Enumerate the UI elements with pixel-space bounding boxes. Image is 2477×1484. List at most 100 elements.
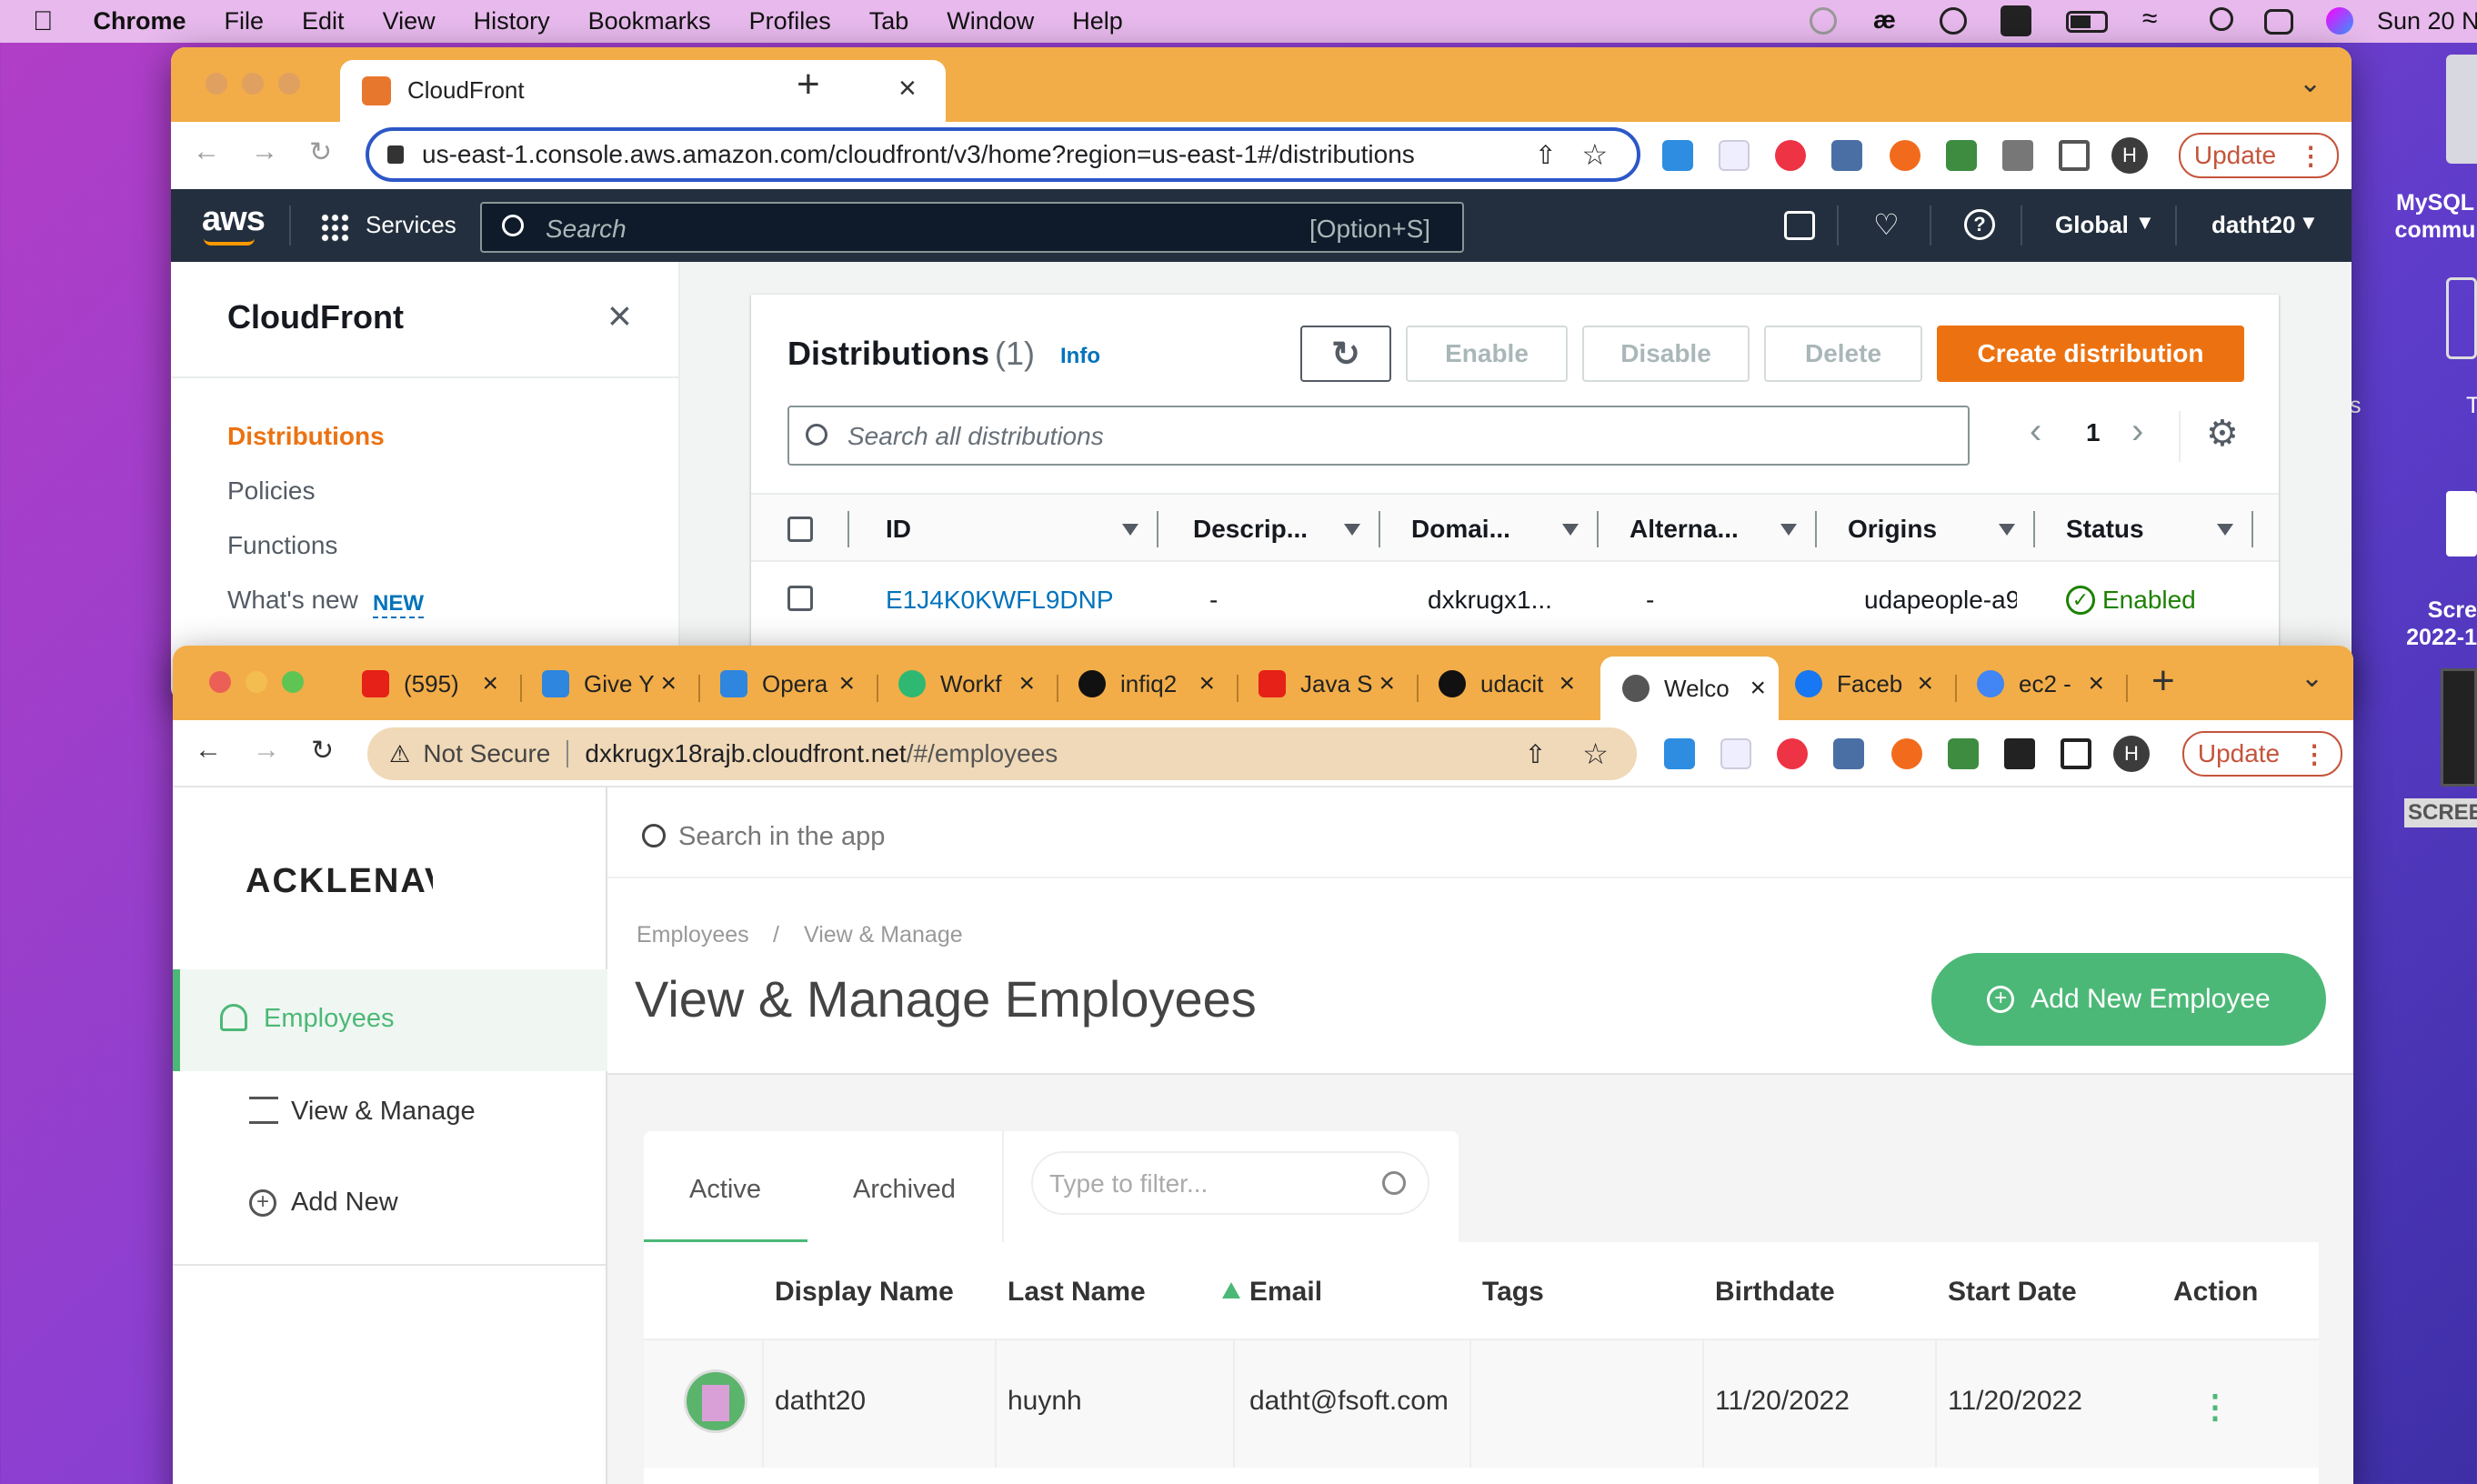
apple-icon[interactable]:  <box>33 6 54 37</box>
table-settings-gear-icon[interactable]: ⚙ <box>2206 413 2239 455</box>
avatar[interactable] <box>684 1369 747 1433</box>
filter-search-icon[interactable] <box>1382 1171 1406 1195</box>
account-menu[interactable]: datht20 <box>2211 211 2295 239</box>
tab-cloudfront[interactable]: CloudFront × <box>340 60 946 122</box>
tab-search-chevron-icon[interactable]: ⌄ <box>2301 662 2323 694</box>
row-checkbox[interactable] <box>787 586 813 611</box>
back-icon[interactable]: ← <box>193 136 220 167</box>
side-panel-icon[interactable] <box>2061 738 2091 769</box>
profile-avatar[interactable]: H <box>2113 736 2150 772</box>
menubar-app-name[interactable]: Chrome <box>94 7 186 35</box>
side-panel-icon[interactable] <box>2059 140 2090 171</box>
share-icon[interactable]: ⇧ <box>1535 140 1556 170</box>
desktop-icon-mysql[interactable] <box>2446 55 2477 164</box>
tab-close-icon[interactable]: × <box>482 668 498 699</box>
ext-raindrop-icon[interactable] <box>1662 140 1693 171</box>
page-number[interactable]: 1 <box>2086 418 2101 447</box>
sort-caret-icon[interactable] <box>1999 524 2015 536</box>
share-icon[interactable]: ⇧ <box>1525 739 1546 769</box>
col-header-last-name[interactable]: Last Name <box>1008 1277 1146 1308</box>
tab-close-icon[interactable]: × <box>1379 668 1395 699</box>
aws-logo[interactable]: aws <box>202 200 266 239</box>
tab-active[interactable]: Active <box>644 1131 807 1242</box>
reload-icon[interactable]: ↻ <box>309 136 332 168</box>
tab-1[interactable]: (595) × <box>362 657 498 711</box>
ext-bitwarden-icon[interactable] <box>1719 140 1750 171</box>
window-zoom-button[interactable] <box>278 73 300 95</box>
tab-8-active[interactable]: Welco × <box>1600 657 1779 720</box>
not-secure-label[interactable]: Not Secure <box>423 739 550 768</box>
tab-search-chevron-icon[interactable]: ⌄ <box>2299 67 2322 99</box>
info-link[interactable]: Info <box>1060 344 1100 369</box>
distribution-id-link[interactable]: E1J4K0KWFL9DNP <box>886 586 1114 615</box>
ext-green-icon[interactable] <box>1948 738 1979 769</box>
desktop-icon-file[interactable] <box>2446 277 2477 359</box>
sidebar-item-whats-new[interactable]: What's new <box>227 586 358 615</box>
col-header-id[interactable]: ID <box>886 515 911 544</box>
services-menu[interactable]: Services <box>366 211 456 239</box>
ext-fire-icon[interactable] <box>1890 140 1920 171</box>
aws-search-input[interactable]: Search [Option+S] <box>480 202 1464 253</box>
ext-archive-icon[interactable] <box>1833 738 1864 769</box>
url-text[interactable]: us-east-1.console.aws.amazon.com/cloudfr… <box>422 140 1522 169</box>
menu-history[interactable]: History <box>474 7 550 35</box>
col-header-alternate[interactable]: Alterna... <box>1630 515 1739 544</box>
bookmark-star-icon[interactable]: ☆ <box>1581 137 1608 172</box>
col-header-tags[interactable]: Tags <box>1482 1277 1544 1308</box>
tab-archived[interactable]: Archived <box>853 1175 956 1205</box>
url-path[interactable]: /#/employees <box>907 739 1489 768</box>
col-header-status[interactable]: Status <box>2066 515 2144 544</box>
menu-view[interactable]: View <box>383 7 436 35</box>
sort-caret-icon[interactable] <box>1780 524 1797 536</box>
app-logo[interactable]: ACKLENAV <box>246 862 433 901</box>
app-search[interactable]: Search in the app <box>607 787 2353 878</box>
services-grid-icon[interactable] <box>320 213 349 242</box>
breadcrumb-view-manage[interactable]: View & Manage <box>804 922 963 948</box>
window-close-button[interactable] <box>206 73 227 95</box>
ae-icon[interactable]: æ <box>1873 5 1896 35</box>
ext-fire-icon[interactable] <box>1891 738 1922 769</box>
extensions-puzzle-icon[interactable] <box>2002 140 2033 171</box>
sidebar-item-employees[interactable]: Employees <box>173 969 607 1071</box>
bookmark-star-icon[interactable]: ☆ <box>1582 737 1609 771</box>
table-row[interactable]: datht20 huynh datht@fsoft.com 11/20/2022… <box>644 1340 2319 1468</box>
address-bar[interactable]: ⚠ Not Secure dxkrugx18rajb.cloudfront.ne… <box>367 727 1637 780</box>
profile-avatar[interactable]: H <box>2111 137 2148 174</box>
forward-icon[interactable]: → <box>253 735 280 766</box>
sidebar-item-distributions[interactable]: Distributions <box>227 422 385 451</box>
add-new-employee-button[interactable]: + Add New Employee <box>1931 953 2326 1046</box>
sort-ascending-icon[interactable] <box>1222 1282 1240 1298</box>
tab-close-icon[interactable]: × <box>898 71 917 106</box>
vist-icon[interactable] <box>2001 5 2031 36</box>
select-all-checkbox[interactable] <box>787 516 813 542</box>
row-action-kebab-icon[interactable]: ⋮ <box>2199 1388 2231 1426</box>
siri-icon[interactable] <box>2326 7 2353 35</box>
window-minimize-button[interactable] <box>242 73 264 95</box>
prev-page-icon[interactable]: ‹ <box>2030 411 2041 452</box>
tab-close-icon[interactable]: × <box>2088 668 2104 699</box>
menu-profiles[interactable]: Profiles <box>749 7 831 35</box>
disable-button[interactable]: Disable <box>1582 326 1750 382</box>
col-header-description[interactable]: Descrip... <box>1193 515 1308 544</box>
menu-window[interactable]: Window <box>947 7 1034 35</box>
update-button[interactable]: Update ⋮ <box>2182 731 2342 777</box>
tab-6[interactable]: Java S × <box>1259 657 1395 711</box>
enable-button[interactable]: Enable <box>1406 326 1568 382</box>
region-selector[interactable]: Global <box>2055 211 2129 239</box>
tab-4[interactable]: Workf × <box>898 657 1035 711</box>
ext-shield-icon[interactable] <box>1777 738 1808 769</box>
distributions-search-input[interactable]: Search all distributions <box>787 406 1970 466</box>
table-row[interactable]: E1J4K0KWFL9DNP - dxkrugx1... - udapeople… <box>751 562 2279 635</box>
forward-icon[interactable]: → <box>251 136 278 167</box>
new-tab-button[interactable]: + <box>797 62 820 107</box>
cloudshell-icon[interactable] <box>1784 211 1815 240</box>
tab-close-icon[interactable]: × <box>1917 668 1933 699</box>
kebab-menu-icon[interactable]: ⋮ <box>2302 739 2327 769</box>
help-icon[interactable]: ? <box>1964 209 1995 240</box>
address-bar[interactable]: us-east-1.console.aws.amazon.com/cloudfr… <box>366 127 1640 182</box>
kebab-menu-icon[interactable]: ⋮ <box>2298 141 2323 171</box>
filter-input[interactable]: Type to filter... <box>1031 1151 1429 1215</box>
tab-10[interactable]: ec2 - × <box>1977 657 2104 711</box>
delete-button[interactable]: Delete <box>1764 326 1922 382</box>
sort-caret-icon[interactable] <box>1562 524 1579 536</box>
